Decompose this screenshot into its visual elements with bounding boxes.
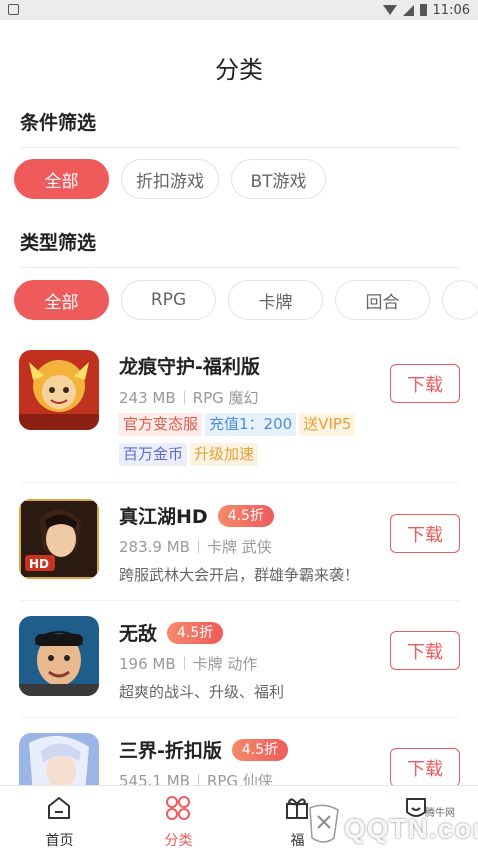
game-tag: 送VIP5: [299, 413, 356, 436]
game-tag: 升级加速: [190, 443, 259, 466]
game-list-item[interactable]: 三界-折扣版 4.5折 545.1 MB RPG 仙侠 下载: [0, 733, 478, 785]
game-name-text: 三界-折扣版: [119, 740, 222, 762]
list-divider: [20, 600, 460, 601]
game-meta: 243 MB RPG 魔幻: [119, 387, 259, 408]
game-name-text: 真江湖HD: [119, 506, 208, 528]
condition-filter-chips: 全部 折扣游戏 BT游戏: [14, 159, 478, 201]
game-tag: 充值1：200: [205, 413, 297, 436]
status-indicators: 11:06: [382, 2, 470, 18]
discount-badge: 4.5折: [231, 739, 289, 761]
game-tag: 官方变态服: [119, 413, 203, 436]
chip-type-card[interactable]: 卡牌: [228, 280, 323, 320]
game-tags: 官方变态服 充值1：200 送VIP5: [119, 413, 358, 436]
tab-category-label: 分类: [164, 833, 193, 849]
chip-type-rpg[interactable]: RPG: [121, 280, 216, 320]
game-name: 无敌 4.5折: [119, 619, 224, 646]
notification-icon: [8, 4, 19, 15]
tab-home-label: 首页: [45, 833, 74, 849]
game-tags: 百万金币 升级加速: [119, 443, 261, 466]
game-size: 243 MB: [119, 389, 176, 407]
chip-condition-all[interactable]: 全部: [14, 159, 109, 199]
watermark: QQTN.com 腾牛网: [300, 796, 478, 851]
category-icon: [166, 796, 190, 820]
status-time: 11:06: [432, 2, 470, 18]
watermark-small-text: 腾牛网: [425, 808, 455, 819]
game-name-text: 无敌: [119, 623, 158, 645]
game-icon-wudi: [19, 616, 99, 696]
watermark-brand: QQTN.com: [344, 813, 478, 844]
section-divider: [20, 267, 460, 268]
game-meta: 545.1 MB RPG 仙侠: [119, 770, 273, 785]
status-bar: 11:06: [0, 0, 478, 20]
game-list-item[interactable]: 龙痕守护-福利版 243 MB RPG 魔幻 官方变态服 充值1：200 送VIP5 …: [0, 348, 478, 480]
game-meta: 196 MB 卡牌 动作: [119, 653, 257, 674]
game-category: 卡牌 武侠: [206, 538, 272, 556]
game-icon-zhenjianghu: HD: [19, 499, 99, 579]
game-size: 196 MB: [119, 655, 176, 673]
section-divider: [20, 147, 460, 148]
game-size: 283.9 MB: [119, 538, 190, 556]
game-name: 真江湖HD 4.5折: [119, 502, 274, 529]
game-description: 超爽的战斗、升级、福利: [119, 683, 285, 701]
game-name: 龙痕守护-福利版: [119, 356, 260, 378]
home-icon: [48, 797, 70, 819]
condition-filter-title: 条件筛选: [20, 112, 97, 134]
tab-category[interactable]: 分类: [119, 786, 238, 851]
svg-text:HD: HD: [29, 557, 49, 571]
battery-icon: [419, 4, 427, 16]
page-title: 分类: [215, 56, 263, 84]
game-category: RPG 仙侠: [206, 772, 273, 785]
download-button[interactable]: 下载: [390, 514, 460, 553]
game-tag: 百万金币: [119, 443, 188, 466]
watermark-logo-icon: [309, 804, 339, 843]
chip-type-turn-based[interactable]: 回合: [335, 280, 430, 320]
game-list-item[interactable]: 无敌 4.5折 196 MB 卡牌 动作 超爽的战斗、升级、福利 下载: [0, 616, 478, 716]
chip-type-more[interactable]: [442, 280, 478, 320]
game-category: RPG 魔幻: [192, 389, 259, 407]
download-button[interactable]: 下载: [390, 364, 460, 403]
game-list-item[interactable]: HD 真江湖HD 4.5折 283.9 MB 卡牌 武侠 跨服武林大会开启，群雄争霸…: [0, 499, 478, 599]
wifi-icon: [382, 5, 397, 15]
chip-type-all[interactable]: 全部: [14, 280, 109, 320]
game-meta: 283.9 MB 卡牌 武侠: [119, 536, 272, 557]
download-button[interactable]: 下载: [390, 748, 460, 785]
game-icon-longhen: [19, 350, 99, 430]
chip-discount-games[interactable]: 折扣游戏: [121, 159, 219, 199]
discount-badge: 4.5折: [217, 505, 274, 527]
type-filter-title: 类型筛选: [20, 232, 97, 254]
game-category: 卡牌 动作: [192, 655, 258, 673]
list-divider: [20, 717, 460, 718]
game-description: 跨服武林大会开启，群雄争霸来袭！: [119, 566, 360, 584]
game-size: 545.1 MB: [119, 772, 190, 785]
game-name: 三界-折扣版 4.5折: [119, 736, 289, 763]
list-divider: [20, 482, 460, 483]
game-icon-sanjie: [19, 733, 99, 785]
tab-home[interactable]: 首页: [0, 786, 119, 851]
discount-badge: 4.5折: [167, 622, 224, 644]
type-filter-chips: 全部 RPG 卡牌 回合: [14, 280, 478, 322]
signal-icon: [402, 4, 414, 16]
download-button[interactable]: 下载: [390, 631, 460, 670]
chip-bt-games[interactable]: BT游戏: [231, 159, 326, 199]
